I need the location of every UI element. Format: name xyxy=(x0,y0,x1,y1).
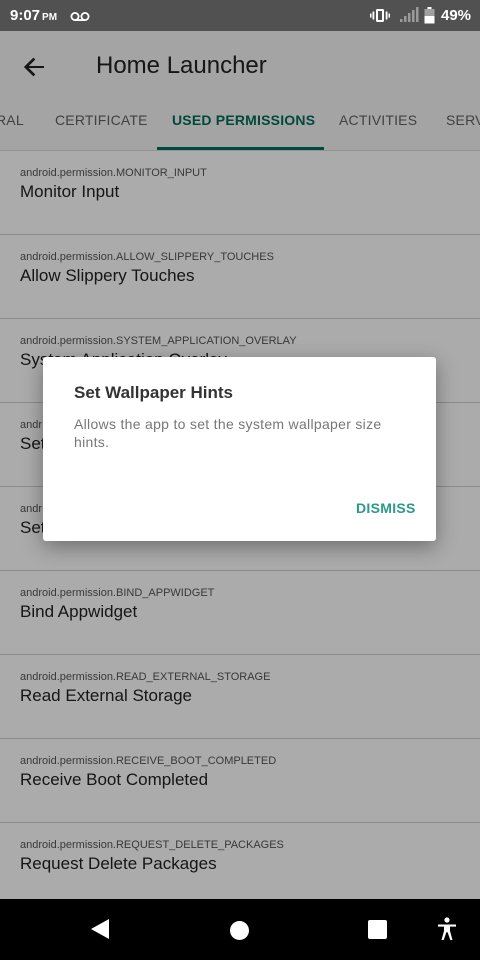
nav-recents-icon[interactable] xyxy=(368,920,387,939)
signal-icon xyxy=(399,7,419,28)
dialog-message: Allows the app to set the system wallpap… xyxy=(74,416,382,450)
dismiss-button[interactable]: DISMISS xyxy=(356,500,416,516)
nav-home-icon[interactable] xyxy=(230,921,249,940)
navigation-bar xyxy=(0,899,480,960)
accessibility-icon[interactable] xyxy=(436,917,458,946)
nav-back-icon[interactable] xyxy=(90,918,110,945)
vibrate-icon xyxy=(370,8,390,28)
status-time: 9:07 PM xyxy=(10,7,57,24)
status-time-value: 9:07 xyxy=(10,7,41,24)
dialog-title: Set Wallpaper Hints xyxy=(74,383,234,402)
voicemail-icon xyxy=(70,9,90,27)
battery-icon xyxy=(424,7,435,29)
battery-percentage: 49% xyxy=(441,7,472,24)
permission-dialog: Set Wallpaper Hints Allows the app to se… xyxy=(43,357,436,541)
status-bar: 9:07 PM 49% xyxy=(0,0,480,31)
status-ampm: PM xyxy=(42,12,58,23)
